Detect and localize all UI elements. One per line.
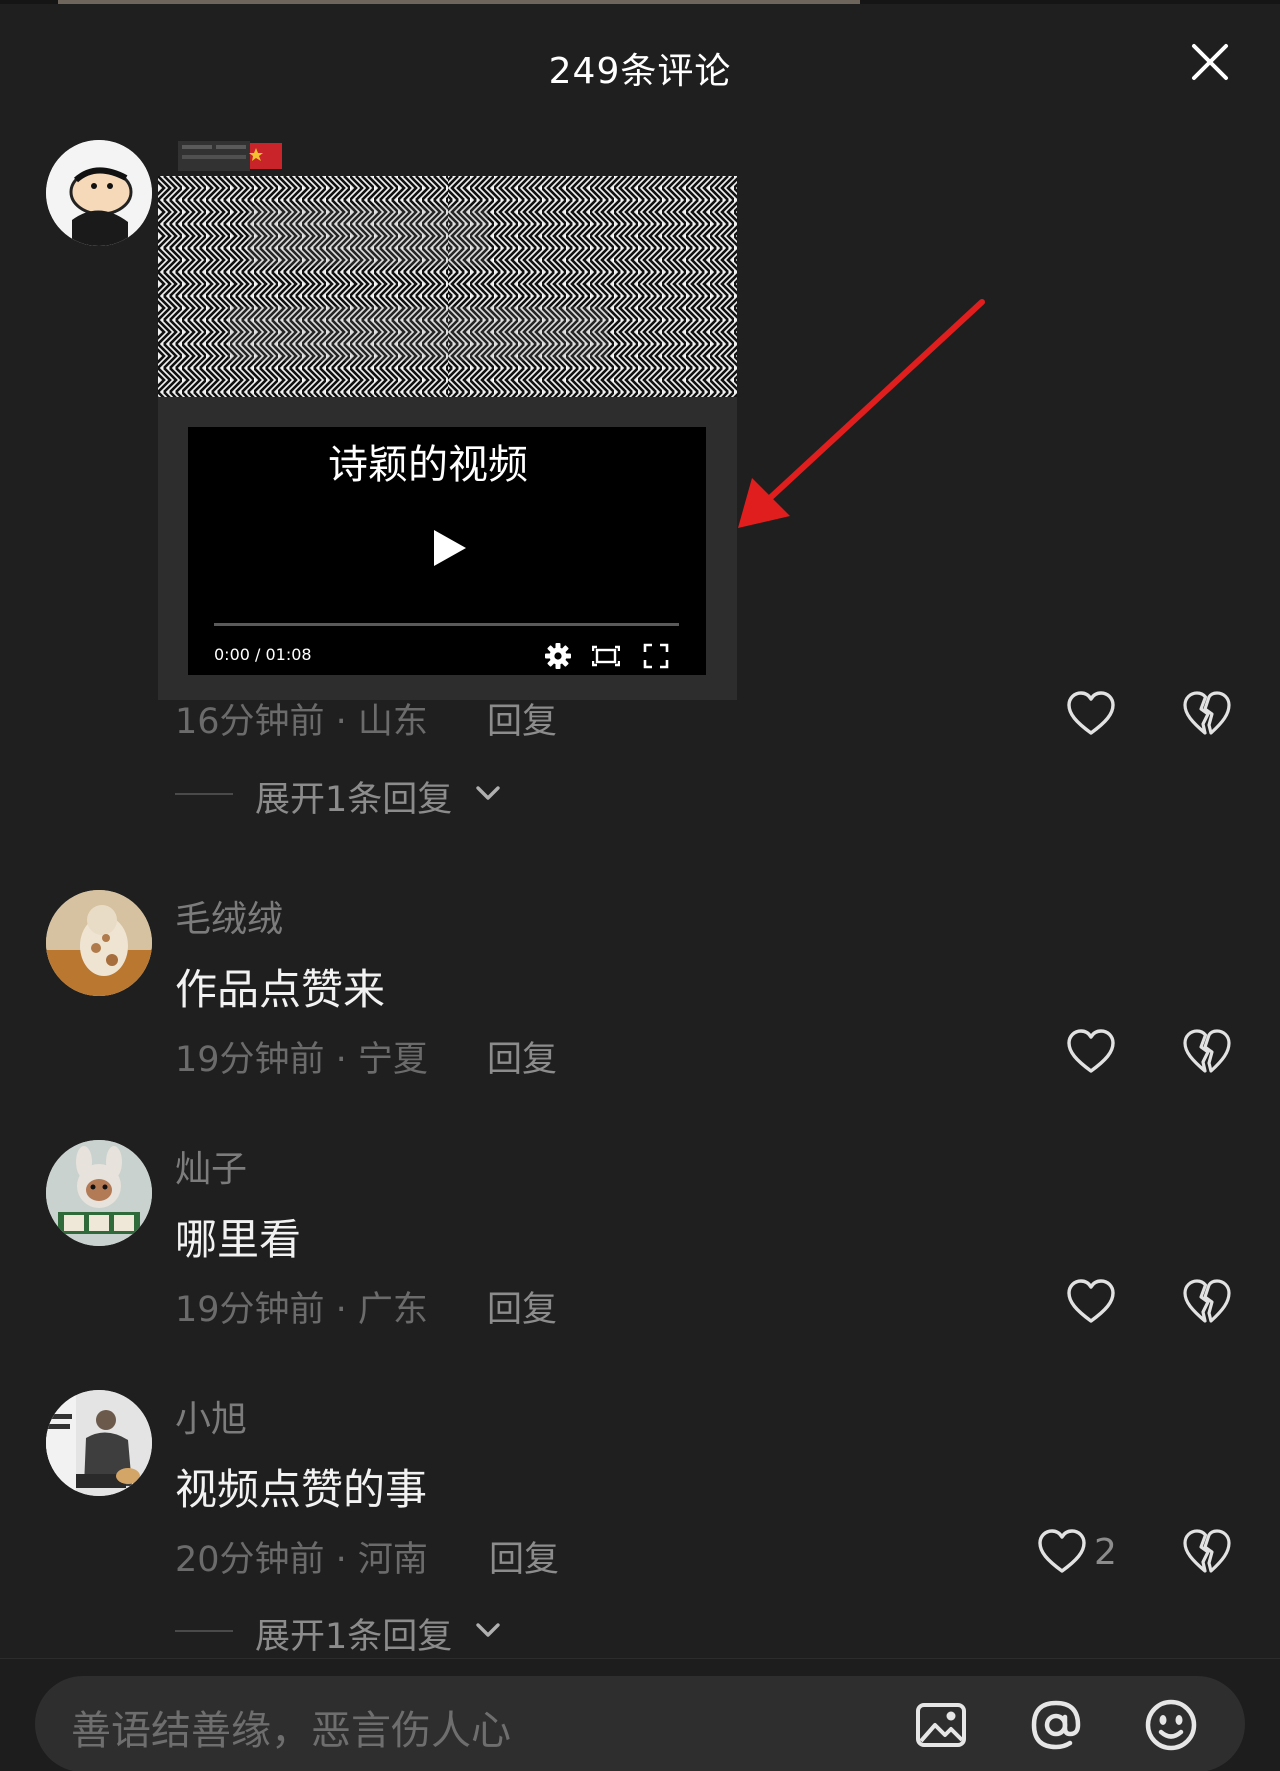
reply-button[interactable]: 回复 <box>487 1281 557 1332</box>
comment-text: 作品点赞来 <box>175 965 386 1014</box>
comments-header: 249条评论 <box>0 20 1280 106</box>
video-progress-bar[interactable] <box>214 623 679 626</box>
avatar[interactable] <box>46 140 152 246</box>
comment-meta: 16分钟前 · 山东 <box>175 702 428 742</box>
expand-divider <box>175 1630 233 1632</box>
comment-input[interactable]: 善语结善缘，恶言伤人心 <box>35 1676 1245 1771</box>
theater-mode-icon[interactable] <box>592 642 620 670</box>
expand-divider <box>175 793 233 795</box>
heart-outline-icon[interactable] <box>1066 1028 1116 1076</box>
chevron-down-icon <box>476 786 500 800</box>
heart-outline-icon[interactable] <box>1066 1278 1116 1326</box>
avatar[interactable] <box>46 1390 152 1496</box>
avatar[interactable] <box>46 890 152 996</box>
comment-text: 哪里看 <box>175 1215 302 1264</box>
fullscreen-icon[interactable] <box>642 642 670 670</box>
image-icon[interactable] <box>913 1697 969 1753</box>
comment-meta: 19分钟前 · 广东 <box>175 1290 428 1330</box>
comment-count-title: 249条评论 <box>548 51 732 92</box>
settings-icon[interactable] <box>544 642 572 670</box>
heart-outline-icon[interactable] <box>1066 690 1116 738</box>
username[interactable]: 灿子 <box>175 1140 247 1192</box>
username-blurred <box>178 141 282 171</box>
avatar[interactable] <box>46 1140 152 1246</box>
comment-meta: 20分钟前 · 河南 <box>175 1540 428 1580</box>
reply-button[interactable]: 回复 <box>487 1031 557 1082</box>
comment-input-placeholder: 善语结善缘，恶言伤人心 <box>71 1708 511 1754</box>
reply-button[interactable]: 回复 <box>489 1531 559 1582</box>
blurred-pattern-image <box>158 176 737 397</box>
comment-input-bar: 善语结善缘，恶言伤人心 <box>0 1658 1280 1771</box>
close-icon[interactable] <box>1188 40 1232 84</box>
broken-heart-icon[interactable] <box>1182 1527 1232 1577</box>
play-icon[interactable] <box>432 528 468 568</box>
like-count: 2 <box>1094 1532 1117 1573</box>
expand-replies-label: 展开1条回复 <box>255 1617 453 1657</box>
chevron-down-icon <box>476 1623 500 1637</box>
broken-heart-icon[interactable] <box>1182 1277 1232 1327</box>
username[interactable]: 小旭 <box>175 1390 247 1442</box>
emoji-icon[interactable] <box>1143 1697 1199 1753</box>
expand-replies-label: 展开1条回复 <box>255 780 453 820</box>
reply-button[interactable]: 回复 <box>487 693 557 744</box>
embedded-video-card[interactable]: 诗颖的视频 0:00 / 01:08 <box>158 176 737 700</box>
video-title: 诗颖的视频 <box>328 442 528 488</box>
comment-meta: 19分钟前 · 宁夏 <box>175 1040 428 1080</box>
video-preview-edge <box>58 0 860 4</box>
at-icon[interactable] <box>1028 1697 1084 1753</box>
video-player[interactable]: 诗颖的视频 0:00 / 01:08 <box>188 427 706 675</box>
heart-outline-icon[interactable] <box>1037 1528 1087 1576</box>
comment-text: 视频点赞的事 <box>175 1465 428 1514</box>
top-preview-strip <box>0 0 1280 4</box>
video-time: 0:00 / 01:08 <box>214 645 312 664</box>
username[interactable]: 毛绒绒 <box>175 890 283 942</box>
broken-heart-icon[interactable] <box>1182 689 1232 739</box>
broken-heart-icon[interactable] <box>1182 1027 1232 1077</box>
